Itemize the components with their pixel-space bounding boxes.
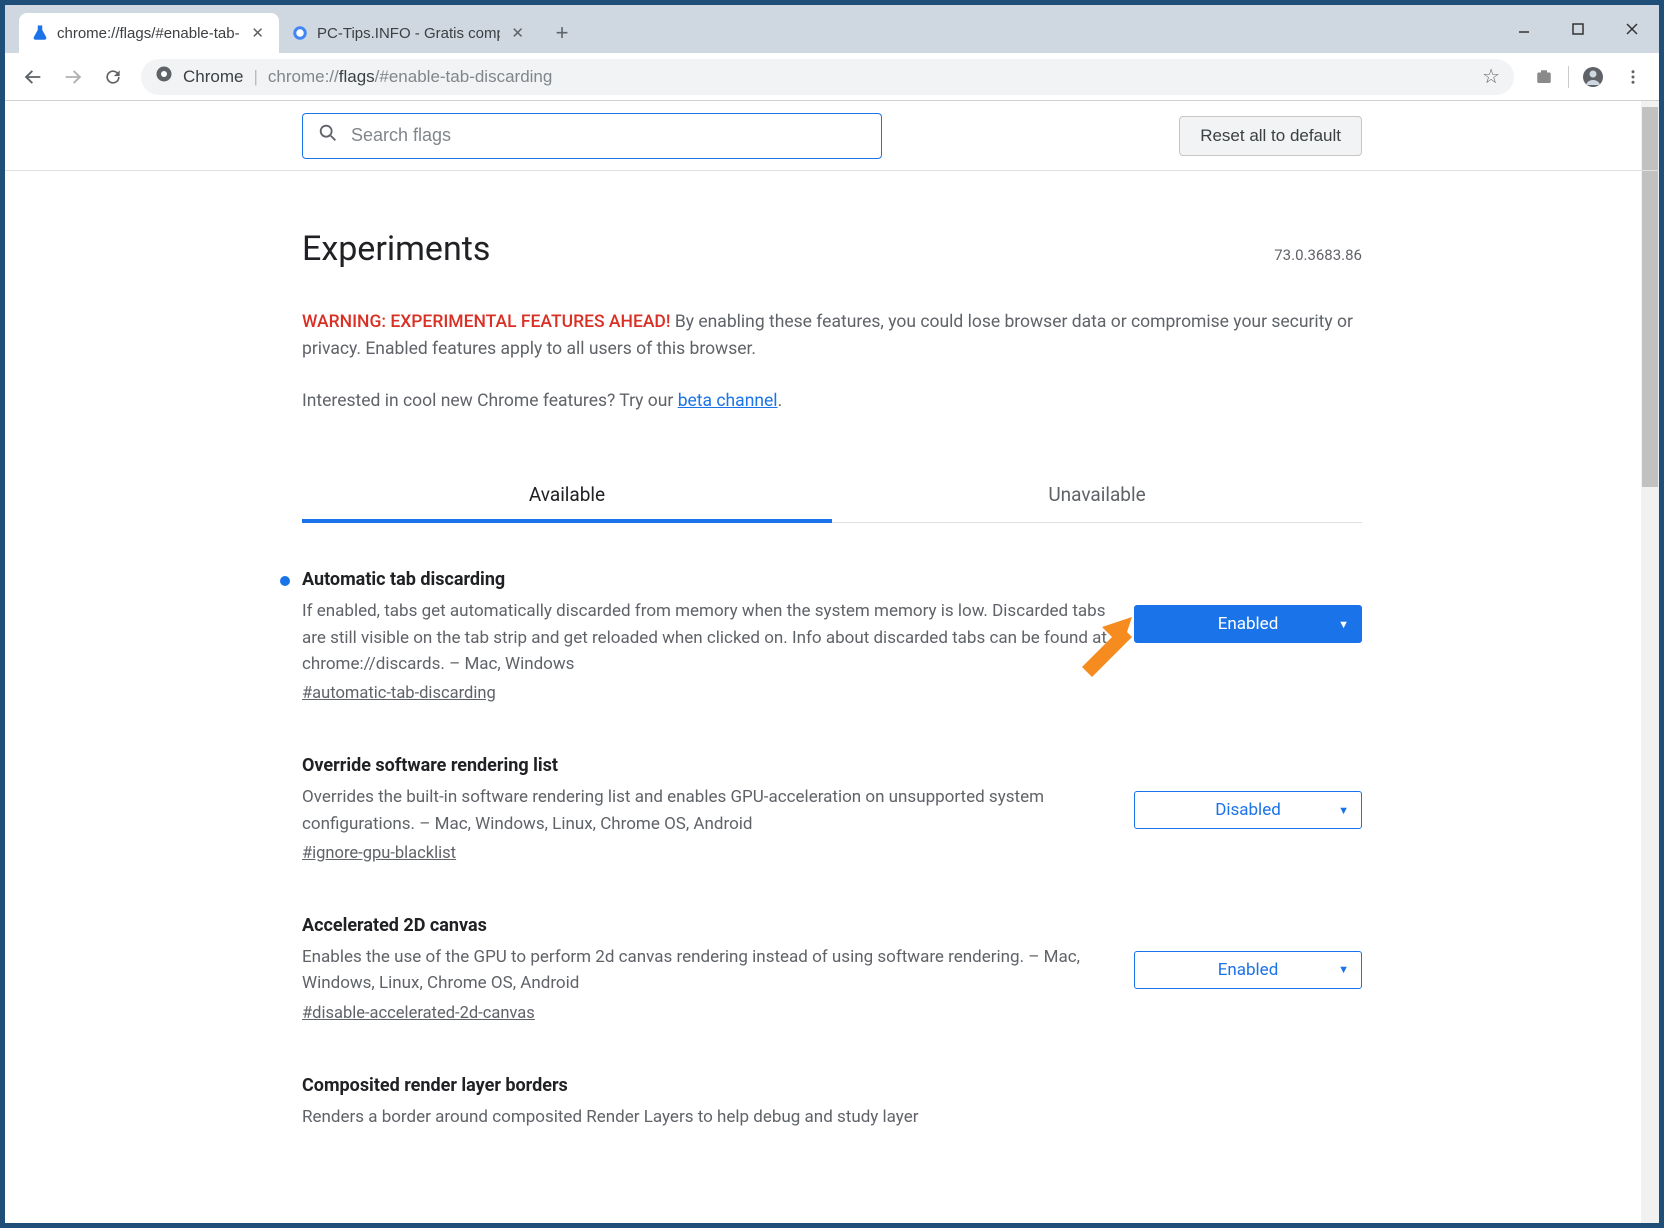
flag-title: Override software rendering list xyxy=(302,755,1108,776)
url-text: chrome://flags/#enable-tab-discarding xyxy=(268,67,1472,87)
page-title: Experiments xyxy=(302,229,490,269)
back-button[interactable] xyxy=(15,59,51,95)
extension-icon[interactable] xyxy=(1528,61,1560,93)
chevron-down-icon: ▼ xyxy=(1338,618,1349,631)
chevron-down-icon: ▼ xyxy=(1338,804,1349,817)
close-icon[interactable]: ✕ xyxy=(248,24,267,42)
new-tab-button[interactable]: + xyxy=(545,16,579,50)
close-window-button[interactable] xyxy=(1605,9,1659,49)
chevron-down-icon: ▼ xyxy=(1338,963,1349,976)
bookmark-star-icon[interactable]: ☆ xyxy=(1482,64,1500,89)
flag-title: Automatic tab discarding xyxy=(302,569,1108,590)
minimize-button[interactable] xyxy=(1497,9,1551,49)
search-input[interactable]: Search flags xyxy=(302,113,882,159)
flag-description: Overrides the built-in software renderin… xyxy=(302,784,1108,837)
version-label: 73.0.3683.86 xyxy=(1274,246,1362,264)
scrollbar[interactable]: ▲ xyxy=(1641,101,1659,1223)
globe-icon xyxy=(291,24,309,42)
tab-title: chrome://flags/#enable-tab-disc xyxy=(57,25,240,42)
modified-dot-icon xyxy=(280,576,290,586)
tab-available[interactable]: Available xyxy=(302,469,832,522)
flag-description: If enabled, tabs get automatically disca… xyxy=(302,598,1108,677)
flag-anchor-link[interactable]: #disable-accelerated-2d-canvas xyxy=(302,1004,535,1023)
beta-channel-link[interactable]: beta channel xyxy=(678,391,778,411)
browser-tab-active[interactable]: chrome://flags/#enable-tab-disc ✕ xyxy=(19,13,279,53)
flag-select[interactable]: Enabled▼ xyxy=(1134,951,1362,989)
flag-select[interactable]: Disabled▼ xyxy=(1134,791,1362,829)
tab-unavailable[interactable]: Unavailable xyxy=(832,469,1362,522)
beta-channel-text: Interested in cool new Chrome features? … xyxy=(302,391,1362,411)
flag-anchor-link[interactable]: #automatic-tab-discarding xyxy=(302,684,496,703)
search-placeholder: Search flags xyxy=(351,125,451,146)
flag-item: Composited render layer borders Renders a… xyxy=(302,1075,1362,1136)
flag-item: Accelerated 2D canvas Enables the use of … xyxy=(302,915,1362,1023)
tab-title: PC-Tips.INFO - Gratis computer t xyxy=(317,25,500,42)
omnibox-divider: | xyxy=(253,67,257,87)
flag-anchor-link[interactable]: #ignore-gpu-blacklist xyxy=(302,844,456,863)
flag-description: Renders a border around composited Rende… xyxy=(302,1104,1362,1130)
warning-text: WARNING: EXPERIMENTAL FEATURES AHEAD! By… xyxy=(302,309,1362,363)
flag-item: Override software rendering list Override… xyxy=(302,755,1362,863)
browser-toolbar: Chrome | chrome://flags/#enable-tab-disc… xyxy=(5,53,1659,101)
flag-title: Composited render layer borders xyxy=(302,1075,1362,1096)
flag-description: Enables the use of the GPU to perform 2d… xyxy=(302,944,1108,997)
toolbar-separator xyxy=(1568,66,1569,88)
flag-title: Accelerated 2D canvas xyxy=(302,915,1108,936)
close-icon[interactable]: ✕ xyxy=(508,24,527,42)
flag-item: Automatic tab discarding If enabled, tabs… xyxy=(302,569,1362,703)
chrome-icon xyxy=(155,65,173,88)
search-icon xyxy=(317,122,339,149)
forward-button[interactable] xyxy=(55,59,91,95)
reset-all-button[interactable]: Reset all to default xyxy=(1179,116,1362,156)
flag-select[interactable]: Enabled▼ xyxy=(1134,605,1362,643)
menu-icon[interactable] xyxy=(1617,61,1649,93)
maximize-button[interactable] xyxy=(1551,9,1605,49)
flask-icon xyxy=(31,24,49,42)
reload-button[interactable] xyxy=(95,59,131,95)
tab-strip: chrome://flags/#enable-tab-disc ✕ PC-Tip… xyxy=(5,5,1659,53)
omnibox[interactable]: Chrome | chrome://flags/#enable-tab-disc… xyxy=(141,59,1514,95)
browser-tab-inactive[interactable]: PC-Tips.INFO - Gratis computer t ✕ xyxy=(279,13,539,53)
profile-icon[interactable] xyxy=(1577,61,1609,93)
url-scheme-label: Chrome xyxy=(183,67,243,87)
